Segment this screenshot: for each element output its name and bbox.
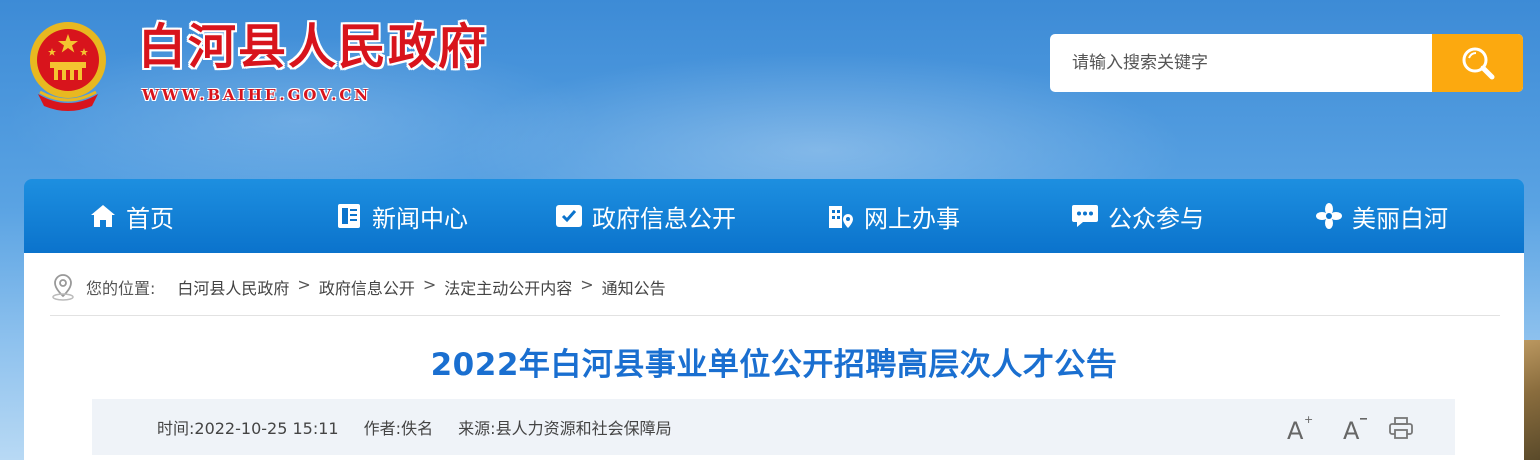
font-increase-button[interactable]: A + bbox=[1282, 411, 1316, 445]
site-url: WWW.BAIHE.GOV.CN bbox=[142, 86, 372, 104]
info-card-icon bbox=[554, 201, 584, 231]
breadcrumb-separator: > bbox=[580, 275, 594, 294]
newspaper-icon bbox=[334, 201, 364, 231]
nav-item-label: 公众参与 bbox=[1108, 204, 1204, 233]
home-icon bbox=[88, 201, 118, 231]
font-increase-icon: A + bbox=[1287, 413, 1313, 443]
search-input[interactable] bbox=[1050, 34, 1430, 92]
breadcrumb: 您的位置: 白河县人民政府 > 政府信息公开 > 法定主动公开内容 > 通知公告 bbox=[50, 271, 1500, 316]
article-meta-bar: 时间:2022-10-25 15:11 作者:佚名 来源:县人力资源和社会保障局… bbox=[92, 399, 1455, 455]
main-nav: 首页 新闻中心 政府信息公开 网上办事 公众参与 美丽白河 bbox=[24, 179, 1524, 253]
nav-item-label: 网上办事 bbox=[864, 204, 960, 233]
breadcrumb-link[interactable]: 政府信息公开 bbox=[319, 275, 415, 299]
nav-item-label: 首页 bbox=[126, 204, 174, 233]
breadcrumb-link[interactable]: 通知公告 bbox=[602, 275, 666, 299]
nav-item-gov-info[interactable]: 政府信息公开 bbox=[554, 179, 736, 253]
font-decrease-icon: A bbox=[1343, 417, 1367, 443]
search-button[interactable] bbox=[1432, 34, 1523, 92]
search-icon bbox=[1462, 47, 1494, 80]
print-icon bbox=[1389, 417, 1413, 439]
print-button[interactable] bbox=[1384, 411, 1418, 445]
article-time: 时间:2022-10-25 15:11 bbox=[157, 419, 339, 438]
building-location-icon bbox=[826, 201, 856, 231]
svg-text:A: A bbox=[1287, 417, 1304, 443]
search-box bbox=[1050, 34, 1523, 92]
nav-item-home[interactable]: 首页 bbox=[88, 179, 174, 253]
article-title: 2022年白河县事业单位公开招聘高层次人才公告 bbox=[430, 347, 1118, 383]
nav-item-news[interactable]: 新闻中心 bbox=[334, 179, 468, 253]
nav-item-label: 美丽白河 bbox=[1352, 204, 1448, 233]
nav-item-online-service[interactable]: 网上办事 bbox=[826, 179, 960, 253]
article-meta: 时间:2022-10-25 15:11 作者:佚名 来源:县人力资源和社会保障局 bbox=[157, 415, 692, 439]
location-pin-icon bbox=[52, 274, 74, 301]
nav-item-label: 新闻中心 bbox=[372, 204, 468, 233]
svg-text:+: + bbox=[1304, 413, 1313, 426]
article-source: 来源:县人力资源和社会保障局 bbox=[458, 419, 672, 438]
breadcrumb-separator: > bbox=[422, 275, 437, 294]
content-panel: 您的位置: 白河县人民政府 > 政府信息公开 > 法定主动公开内容 > 通知公告… bbox=[24, 253, 1524, 460]
nav-item-public-participation[interactable]: 公众参与 bbox=[1070, 179, 1204, 253]
font-decrease-button[interactable]: A bbox=[1338, 411, 1372, 445]
breadcrumb-label: 您的位置: bbox=[86, 279, 156, 298]
article-author: 作者:佚名 bbox=[363, 419, 434, 438]
nav-item-beautiful-baihe[interactable]: 美丽白河 bbox=[1314, 179, 1448, 253]
flower-icon bbox=[1314, 201, 1344, 231]
breadcrumb-link[interactable]: 法定主动公开内容 bbox=[444, 275, 572, 299]
breadcrumb-link[interactable]: 白河县人民政府 bbox=[177, 275, 289, 299]
national-emblem-icon bbox=[30, 22, 106, 111]
site-title: 白河县人民政府 bbox=[138, 19, 489, 75]
chat-icon bbox=[1070, 201, 1100, 231]
breadcrumb-separator: > bbox=[297, 275, 311, 294]
svg-text:A: A bbox=[1343, 417, 1360, 443]
nav-item-label: 政府信息公开 bbox=[592, 204, 736, 233]
